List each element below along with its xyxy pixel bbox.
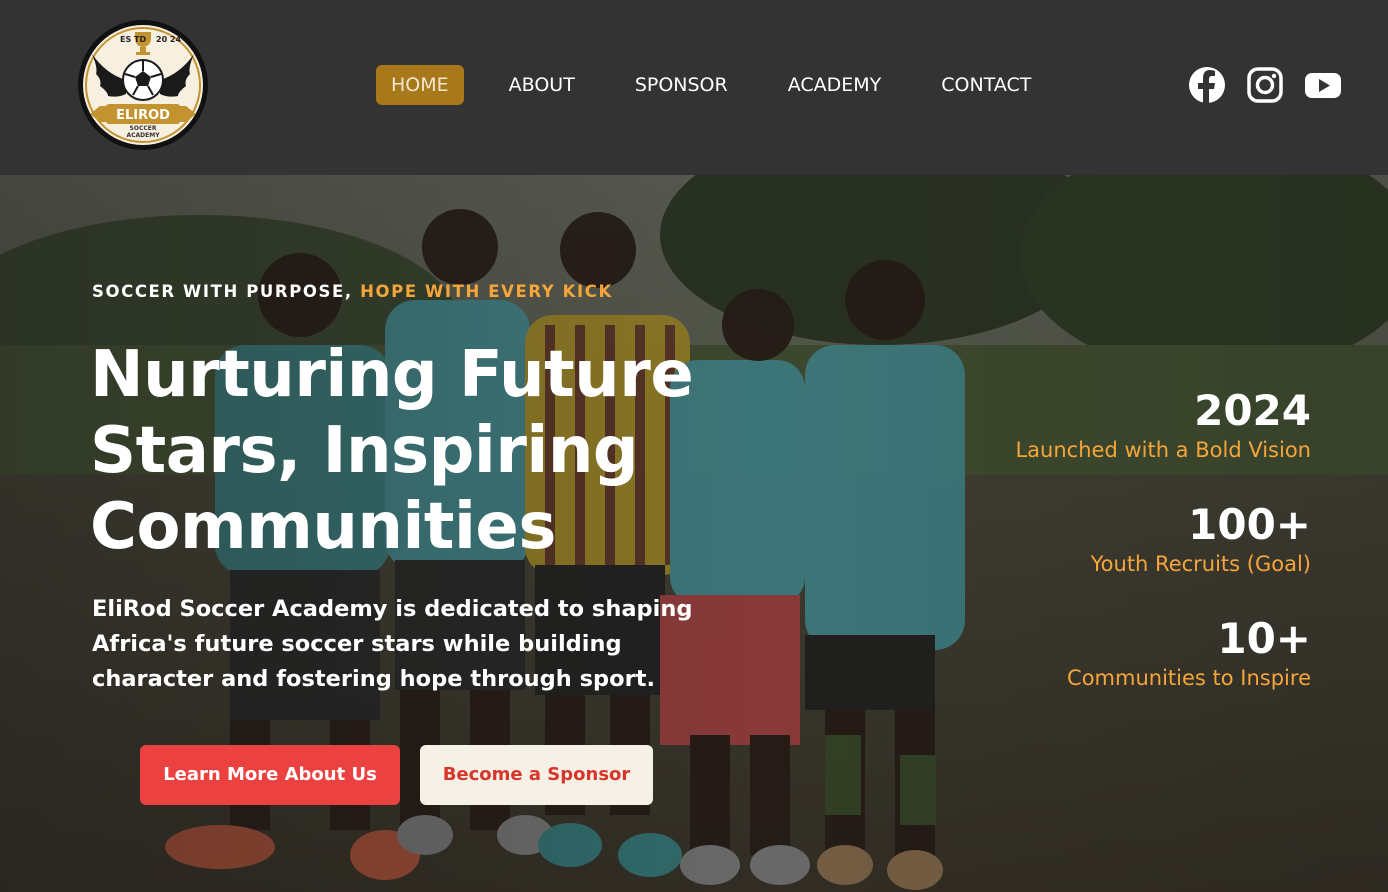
hero-description: EliRod Soccer Academy is dedicated to sh… [92,596,693,692]
stat-label: Launched with a Bold Vision [1015,438,1311,462]
stat-label: Youth Recruits (Goal) [1090,552,1311,576]
logo-sub2-text: ACADEMY [126,132,160,139]
stat-launch: 2024 Launched with a Bold Vision [971,387,1311,463]
hero-section: SOCCER WITH PURPOSE, HOPE WITH EVERY KIC… [0,175,1388,892]
logo-est-text: ES TD [120,35,146,44]
tagline-white-text: SOCCER WITH PURPOSE, [92,282,353,301]
hero-stats: 2024 Launched with a Bold Vision 100+ Yo… [971,387,1311,729]
tagline-accent-text: HOPE WITH EVERY KICK [360,282,613,301]
stat-value: 2024 [1194,386,1311,435]
nav-home[interactable]: HOME [376,65,464,105]
learn-more-button[interactable]: Learn More About Us [140,745,400,805]
youtube-icon[interactable] [1304,66,1342,104]
instagram-icon[interactable] [1246,66,1284,104]
stat-communities: 10+ Communities to Inspire [971,615,1311,691]
stat-value: 100+ [1188,500,1311,549]
stat-value: 10+ [1217,614,1311,663]
become-sponsor-button[interactable]: Become a Sponsor [420,745,653,805]
logo-year-text: 20 24 [156,35,181,44]
logo[interactable]: ES TD 20 24 ELIROD SOCCER ACADEMY [76,18,210,152]
site-header: ES TD 20 24 ELIROD SOCCER ACADEMY HOME A… [0,0,1388,175]
nav-sponsor[interactable]: SPONSOR [635,65,728,105]
nav-about[interactable]: ABOUT [509,65,575,105]
main-nav: HOME ABOUT SPONSOR ACADEMY CONTACT [376,65,1031,105]
nav-academy[interactable]: ACADEMY [788,65,882,105]
hero-tagline: SOCCER WITH PURPOSE, HOPE WITH EVERY KIC… [92,282,613,301]
facebook-icon[interactable] [1188,66,1226,104]
stat-label: Communities to Inspire [1067,666,1311,690]
stat-recruits: 100+ Youth Recruits (Goal) [971,501,1311,577]
academy-crest-logo: ES TD 20 24 ELIROD SOCCER ACADEMY [78,20,208,150]
social-links [1188,66,1342,104]
hero-headline: Nurturing Future Stars, Inspiring Commun… [90,338,694,564]
logo-name-text: ELIROD [116,108,170,123]
logo-sub1-text: SOCCER [130,125,157,132]
nav-contact[interactable]: CONTACT [941,65,1031,105]
